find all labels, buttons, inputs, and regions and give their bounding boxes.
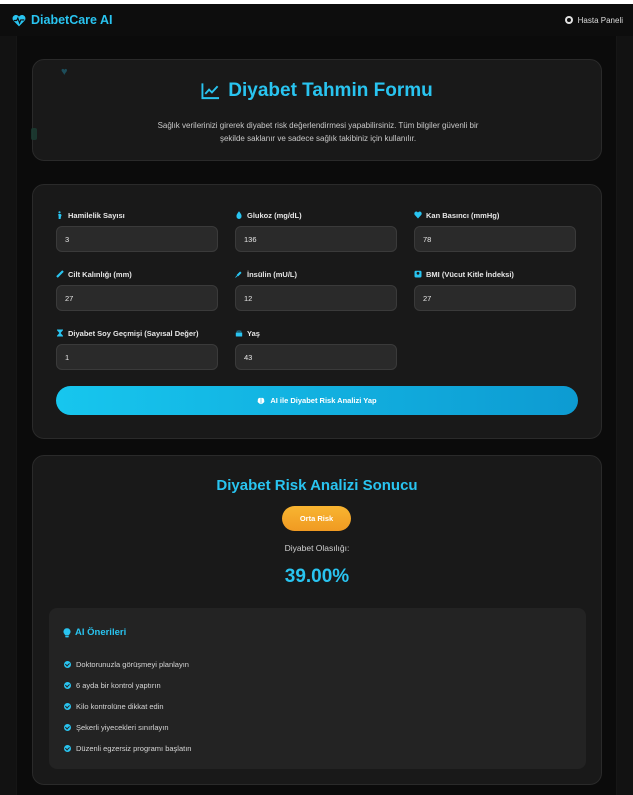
check-circle-icon [64, 661, 71, 668]
decoration-shape [31, 128, 37, 140]
form-description: Sağlık verilerinizi girerek diyabet risk… [157, 121, 479, 143]
heart-decoration-icon: ♥ [61, 66, 68, 78]
syringe-icon [235, 271, 242, 278]
list-item: Düzenli egzersiz programı başlatın [64, 738, 191, 759]
age-input[interactable] [235, 344, 397, 370]
navbar: DiabetCare AI Hasta Paneli [0, 4, 633, 36]
brain-icon [257, 397, 265, 404]
list-item: Şekerli yiyecekleri sınırlayın [64, 717, 191, 738]
glucose-input[interactable] [235, 226, 397, 252]
result-card: Diyabet Risk Analizi Sonucu Orta Risk Di… [32, 455, 602, 785]
ruler-icon [56, 270, 64, 278]
birthday-cake-icon [235, 330, 243, 337]
field-label: Diyabet Soy Geçmişi (Sayısal Değer) [56, 328, 218, 338]
list-item: Doktorunuzla görüşmeyi planlayın [64, 654, 191, 675]
heart-pulse-icon [414, 211, 422, 219]
main-container: ♥ Diyabet Tahmin Formu Sağlık verilerini… [16, 36, 617, 795]
user-panel-link[interactable]: Hasta Paneli [564, 15, 623, 25]
lightbulb-icon [63, 627, 71, 637]
field-age: Yaş [235, 328, 397, 370]
person-pregnant-icon [58, 211, 62, 219]
list-item: 6 ayda bir kontrol yaptırın [64, 675, 191, 696]
heart-pulse-icon [12, 14, 26, 26]
recommendations-list: Doktorunuzla görüşmeyi planlayın 6 ayda … [64, 654, 191, 759]
form-header-card: ♥ Diyabet Tahmin Formu Sağlık verilerini… [31, 59, 602, 161]
list-item: Kilo kontrolüne dikkat edin [64, 696, 191, 717]
brand-name: DiabetCare AI [31, 13, 113, 27]
field-glucose: Glukoz (mg/dL) [235, 210, 397, 252]
field-label: Kan Basıncı (mmHg) [414, 210, 576, 220]
page-title: Diyabet Tahmin Formu [33, 80, 601, 102]
check-circle-icon [64, 682, 71, 689]
analyze-button-label: AI ile Diyabet Risk Analizi Yap [270, 396, 377, 405]
weight-scale-icon [414, 270, 422, 278]
field-blood-pressure: Kan Basıncı (mmHg) [414, 210, 576, 252]
pregnancies-input[interactable] [56, 226, 218, 252]
field-label: Cilt Kalınlığı (mm) [56, 269, 218, 279]
ai-recommendations: AI Önerileri Doktorunuzla görüşmeyi plan… [49, 608, 586, 769]
chart-line-icon [201, 83, 220, 100]
field-diabetes-pedigree: Diyabet Soy Geçmişi (Sayısal Değer) [56, 328, 218, 370]
field-skin-thickness: Cilt Kalınlığı (mm) [56, 269, 218, 311]
user-panel-label: Hasta Paneli [577, 15, 623, 25]
check-circle-icon [64, 703, 71, 710]
hourglass-icon [57, 329, 63, 337]
field-label: İnsülin (mU/L) [235, 269, 397, 279]
field-bmi: BMI (Vücut Kitle İndeksi) [414, 269, 576, 311]
diabetes-pedigree-input[interactable] [56, 344, 218, 370]
brand-logo[interactable]: DiabetCare AI [12, 13, 113, 27]
field-label: Glukoz (mg/dL) [235, 210, 397, 220]
recommendations-title: AI Önerileri [63, 627, 126, 638]
user-circle-icon [564, 16, 573, 24]
analyze-button[interactable]: AI ile Diyabet Risk Analizi Yap [56, 386, 578, 415]
field-pregnancies: Hamilelik Sayısı [56, 210, 218, 252]
check-circle-icon [64, 745, 71, 752]
result-title: Diyabet Risk Analizi Sonucu [216, 477, 418, 494]
field-insulin: İnsülin (mU/L) [235, 269, 397, 311]
probability-label: Diyabet Olasılığı: [284, 543, 350, 553]
skin-thickness-input[interactable] [56, 285, 218, 311]
field-label: Yaş [235, 328, 397, 338]
page-title-text: Diyabet Tahmin Formu [228, 80, 433, 101]
droplet-icon [236, 211, 242, 219]
blood-pressure-input[interactable] [414, 226, 576, 252]
risk-level-badge: Orta Risk [282, 506, 351, 531]
check-circle-icon [64, 724, 71, 731]
bmi-input[interactable] [414, 285, 576, 311]
prediction-form: Hamilelik Sayısı Glukoz (mg/dL) Kan Bası… [32, 184, 602, 439]
field-label: BMI (Vücut Kitle İndeksi) [414, 269, 576, 279]
probability-value: 39.00% [284, 566, 350, 587]
field-label: Hamilelik Sayısı [56, 210, 218, 220]
insulin-input[interactable] [235, 285, 397, 311]
